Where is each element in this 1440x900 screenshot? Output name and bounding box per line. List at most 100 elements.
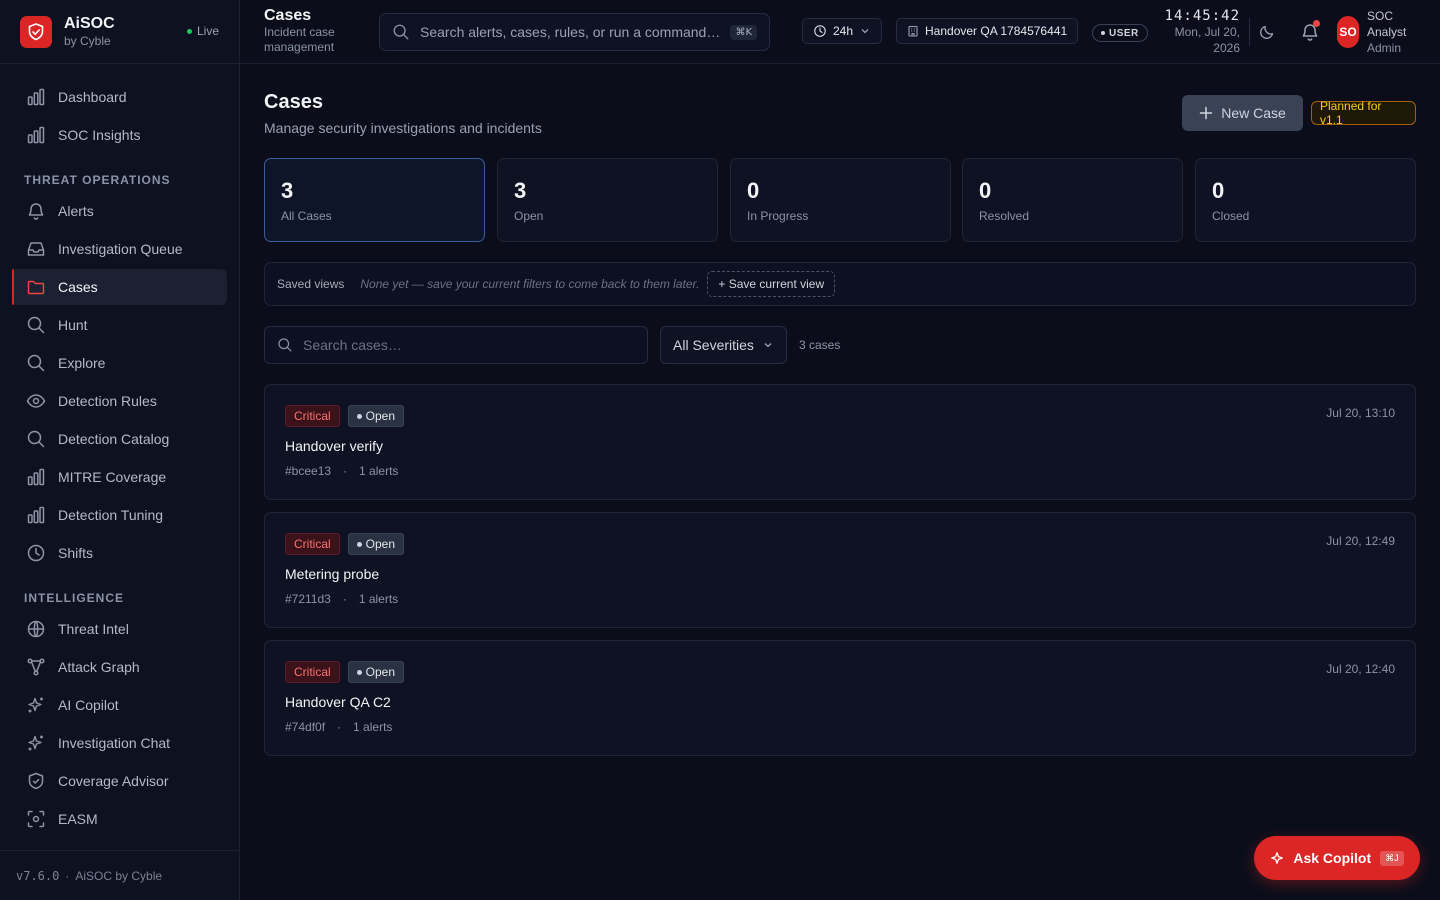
header-title: Cases xyxy=(264,7,312,24)
sidebar-item-coverage-advisor[interactable]: Coverage Advisor xyxy=(12,763,227,799)
case-card[interactable]: Critical Open Metering probe #7211d3 · 1… xyxy=(264,512,1416,628)
status-label: Open xyxy=(365,409,396,423)
sidebar-item-threat-intel[interactable]: Threat Intel xyxy=(12,611,227,647)
case-search[interactable] xyxy=(264,326,648,364)
case-search-input[interactable] xyxy=(303,337,633,353)
stat-label: All Cases xyxy=(281,209,332,223)
status-badge: Open xyxy=(347,661,405,683)
severity-badge: Critical xyxy=(285,661,340,683)
severity-badge: Critical xyxy=(285,405,340,427)
sidebar-item-label: MITRE Coverage xyxy=(58,469,167,485)
search-icon xyxy=(26,353,46,373)
sparkle-icon xyxy=(1271,852,1284,864)
severity-select-value: All Severities xyxy=(673,337,754,353)
sparkle-icon xyxy=(26,695,46,715)
stat-value: 0 xyxy=(979,178,992,203)
sidebar-item-attack-graph[interactable]: Attack Graph xyxy=(12,649,227,685)
theme-toggle[interactable] xyxy=(1258,23,1276,41)
case-title[interactable]: Handover verify xyxy=(285,438,383,454)
sidebar-item-label: Attack Graph xyxy=(58,659,140,675)
sidebar-item-label: Coverage Advisor xyxy=(58,773,169,789)
sidebar-item-explore[interactable]: Explore xyxy=(12,345,227,381)
sidebar-item-soc-insights[interactable]: SOC Insights xyxy=(12,117,227,153)
sidebar-item-cases[interactable]: Cases xyxy=(12,269,227,305)
global-search[interactable]: ⌘K xyxy=(379,13,770,51)
section-intelligence: INTELLIGENCE xyxy=(24,591,125,605)
building-icon xyxy=(908,25,918,37)
user-role-badge: USER xyxy=(1092,24,1148,42)
user-info[interactable]: SOC Analyst Admin xyxy=(1367,8,1427,56)
stat-all-cases[interactable]: 3 All Cases xyxy=(264,158,485,242)
clock-date: Mon, Jul 20, 2026 xyxy=(1174,25,1240,55)
notification-dot xyxy=(1313,20,1320,27)
search-icon xyxy=(392,23,410,41)
brand-name: AiSOC xyxy=(64,14,115,32)
user-role: Admin xyxy=(1367,41,1402,55)
header-divider xyxy=(1249,18,1250,46)
footer-by: AiSOC by Cyble xyxy=(75,868,163,883)
case-card[interactable]: Critical Open Handover QA C2 #74df0f · 1… xyxy=(264,640,1416,756)
clock-icon xyxy=(26,543,46,563)
case-title[interactable]: Metering probe xyxy=(285,566,379,582)
stat-value: 0 xyxy=(747,178,760,203)
brand-logo-icon xyxy=(20,15,52,48)
tenant-name: Handover QA 1784576441 xyxy=(925,24,1068,38)
case-id: #bcee13 xyxy=(285,464,332,478)
bell-icon xyxy=(26,201,46,221)
save-current-view-button[interactable]: + Save current view xyxy=(707,271,836,297)
status-badge: Open xyxy=(347,405,405,427)
sidebar-item-shifts[interactable]: Shifts xyxy=(12,535,227,571)
ask-copilot-button[interactable]: Ask Copilot ⌘J xyxy=(1254,836,1420,880)
case-alert-count: 1 alerts xyxy=(358,592,399,606)
sidebar-item-mitre-coverage[interactable]: MITRE Coverage xyxy=(12,459,227,495)
sidebar-item-label: Investigation Queue xyxy=(58,241,183,257)
search-shortcut: ⌘K xyxy=(730,24,757,40)
stat-open[interactable]: 3 Open xyxy=(497,158,718,242)
status-dot-icon xyxy=(356,669,362,675)
sidebar-item-investigation-chat[interactable]: Investigation Chat xyxy=(12,725,227,761)
sidebar-item-dashboard[interactable]: Dashboard xyxy=(12,79,227,115)
sidebar-item-easm[interactable]: EASM xyxy=(12,801,227,837)
stat-resolved[interactable]: 0 Resolved xyxy=(962,158,1183,242)
sidebar-item-detection-catalog[interactable]: Detection Catalog xyxy=(12,421,227,457)
brand[interactable]: AiSOC by Cyble Live xyxy=(0,0,239,64)
global-search-input[interactable] xyxy=(420,24,730,40)
meta-separator: · xyxy=(343,464,348,478)
sidebar-item-label: Detection Catalog xyxy=(58,431,170,447)
clock-icon xyxy=(813,24,827,38)
stat-value: 3 xyxy=(281,178,294,203)
meta-separator: · xyxy=(342,592,347,606)
chevron-down-icon xyxy=(861,29,869,34)
sidebar-item-hunt[interactable]: Hunt xyxy=(12,307,227,343)
sidebar-item-label: Cases xyxy=(58,279,98,295)
case-alert-count: 1 alerts xyxy=(353,720,393,734)
case-title[interactable]: Handover QA C2 xyxy=(285,694,391,710)
sidebar-item-alerts[interactable]: Alerts xyxy=(12,193,227,229)
planned-badge: Planned for v1.1 xyxy=(1311,99,1416,127)
severity-select[interactable]: All Severities xyxy=(660,326,787,364)
avatar[interactable]: SO xyxy=(1337,16,1359,48)
stat-closed[interactable]: 0 Closed xyxy=(1195,158,1416,242)
sidebar-item-ai-copilot[interactable]: AI Copilot xyxy=(12,687,227,723)
case-date: Jul 20, 12:49 xyxy=(1326,534,1395,548)
header-subtitle: Incident case management xyxy=(264,25,335,54)
case-id: #7211d3 xyxy=(285,592,331,606)
new-case-label: New Case xyxy=(1221,105,1286,121)
stat-in-progress[interactable]: 0 In Progress xyxy=(730,158,951,242)
sidebar-item-detection-tuning[interactable]: Detection Tuning xyxy=(12,497,227,533)
inbox-icon xyxy=(26,239,46,259)
case-card[interactable]: Critical Open Handover verify #bcee13 · … xyxy=(264,384,1416,500)
time-range-select[interactable]: 24h xyxy=(802,18,883,44)
top-header: Cases Incident case management ⌘K 24h Ha… xyxy=(240,0,1440,64)
sparkle-icon xyxy=(26,733,46,753)
sidebar-item-detection-rules[interactable]: Detection Rules xyxy=(12,383,227,419)
tenant-select[interactable]: Handover QA 1784576441 xyxy=(896,18,1079,44)
new-case-button[interactable]: New Case xyxy=(1182,95,1303,131)
sidebar-item-investigation-queue[interactable]: Investigation Queue xyxy=(12,231,227,267)
eye-icon xyxy=(26,391,46,411)
sidebar-item-label: Explore xyxy=(58,355,106,371)
user-role-badge-label: USER xyxy=(1109,27,1139,39)
stat-label: Resolved xyxy=(979,209,1030,223)
badge-dot-icon xyxy=(1101,31,1105,35)
user-name: SOC Analyst xyxy=(1367,9,1407,39)
